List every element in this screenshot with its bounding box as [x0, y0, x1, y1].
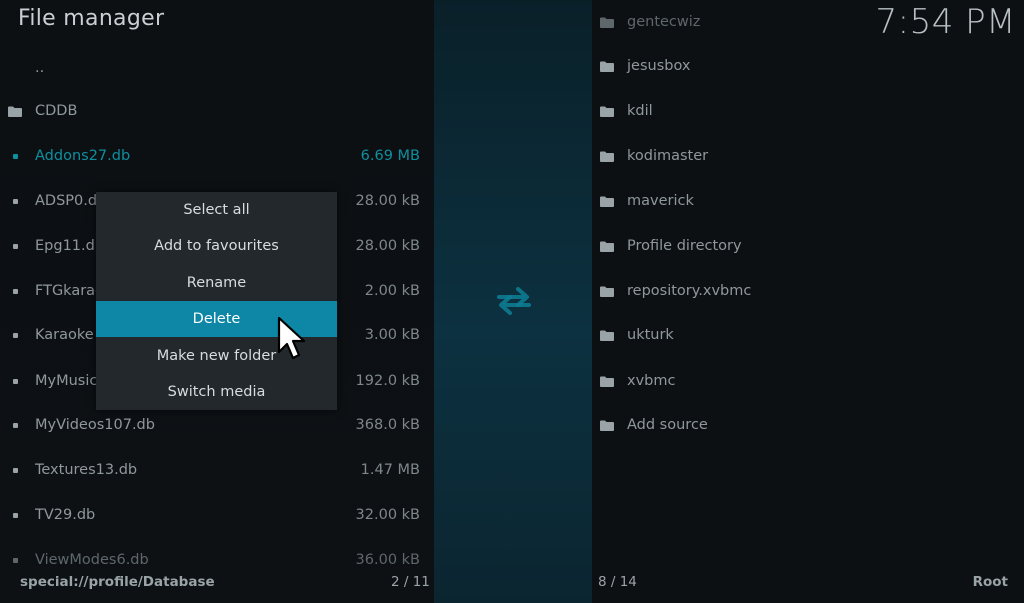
list-item[interactable]: kodimaster — [600, 141, 1000, 171]
folder-icon — [600, 330, 614, 341]
mouse-cursor-icon — [277, 316, 306, 360]
list-item[interactable]: .. — [8, 53, 420, 83]
list-item[interactable]: ViewModes6.db 36.00 kB — [8, 545, 420, 575]
file-size: 3.00 kB — [364, 327, 420, 343]
file-size: 28.00 kB — [355, 238, 420, 254]
list-item[interactable]: kdil — [600, 96, 1000, 126]
swap-arrows-icon[interactable] — [496, 286, 532, 316]
file-icon — [8, 467, 22, 473]
folder-icon — [600, 17, 614, 28]
list-item[interactable]: repository.xvbmc — [600, 276, 1000, 306]
file-size: 368.0 kB — [355, 417, 420, 433]
list-item[interactable]: maverick — [600, 186, 1000, 216]
folder-icon — [600, 106, 614, 117]
file-size: 36.00 kB — [355, 552, 420, 568]
menu-item-rename[interactable]: Rename — [96, 265, 337, 301]
folder-icon — [600, 376, 614, 387]
menu-item-add-to-favourites[interactable]: Add to favourites — [96, 228, 337, 264]
menu-item-select-all[interactable]: Select all — [96, 192, 337, 228]
list-item[interactable]: xvbmc — [600, 366, 1000, 396]
folder-icon — [600, 241, 614, 252]
folder-icon — [600, 196, 614, 207]
file-icon — [8, 243, 22, 249]
list-item[interactable]: CDDB — [8, 96, 420, 126]
list-item[interactable]: gentecwiz — [600, 7, 1000, 37]
folder-icon — [600, 286, 614, 297]
list-item[interactable]: jesusbox — [600, 51, 1000, 81]
file-icon — [8, 198, 22, 204]
right-item-count: 8 / 14 — [598, 574, 637, 590]
list-item[interactable]: Add source — [600, 410, 1000, 440]
file-icon — [8, 153, 22, 159]
left-path: special://profile/Database — [20, 574, 215, 590]
file-size: 2.00 kB — [364, 283, 420, 299]
list-item[interactable]: Textures13.db 1.47 MB — [8, 455, 420, 485]
right-path: Root — [972, 574, 1008, 590]
folder-icon — [600, 151, 614, 162]
page-title: File manager — [18, 6, 165, 31]
left-item-count: 2 / 11 — [391, 574, 430, 590]
file-size: 32.00 kB — [355, 507, 420, 523]
file-size: 28.00 kB — [355, 193, 420, 209]
file-icon — [8, 288, 22, 294]
file-icon — [8, 422, 22, 428]
file-size: 192.0 kB — [355, 373, 420, 389]
list-item[interactable]: ukturk — [600, 320, 1000, 350]
file-icon — [8, 332, 22, 338]
list-item[interactable]: TV29.db 32.00 kB — [8, 500, 420, 530]
file-icon — [8, 512, 22, 518]
file-icon — [8, 557, 22, 563]
folder-icon — [8, 106, 22, 117]
menu-item-switch-media[interactable]: Switch media — [96, 374, 337, 410]
file-size: 1.47 MB — [360, 462, 420, 478]
context-menu: Select all Add to favourites Rename Dele… — [96, 192, 337, 410]
list-item[interactable]: MyVideos107.db 368.0 kB — [8, 410, 420, 440]
folder-icon — [600, 61, 614, 72]
list-item[interactable]: Addons27.db 6.69 MB — [8, 141, 420, 171]
list-item[interactable]: Profile directory — [600, 231, 1000, 261]
folder-icon — [600, 420, 614, 431]
file-icon — [8, 378, 22, 384]
file-size: 6.69 MB — [360, 148, 420, 164]
